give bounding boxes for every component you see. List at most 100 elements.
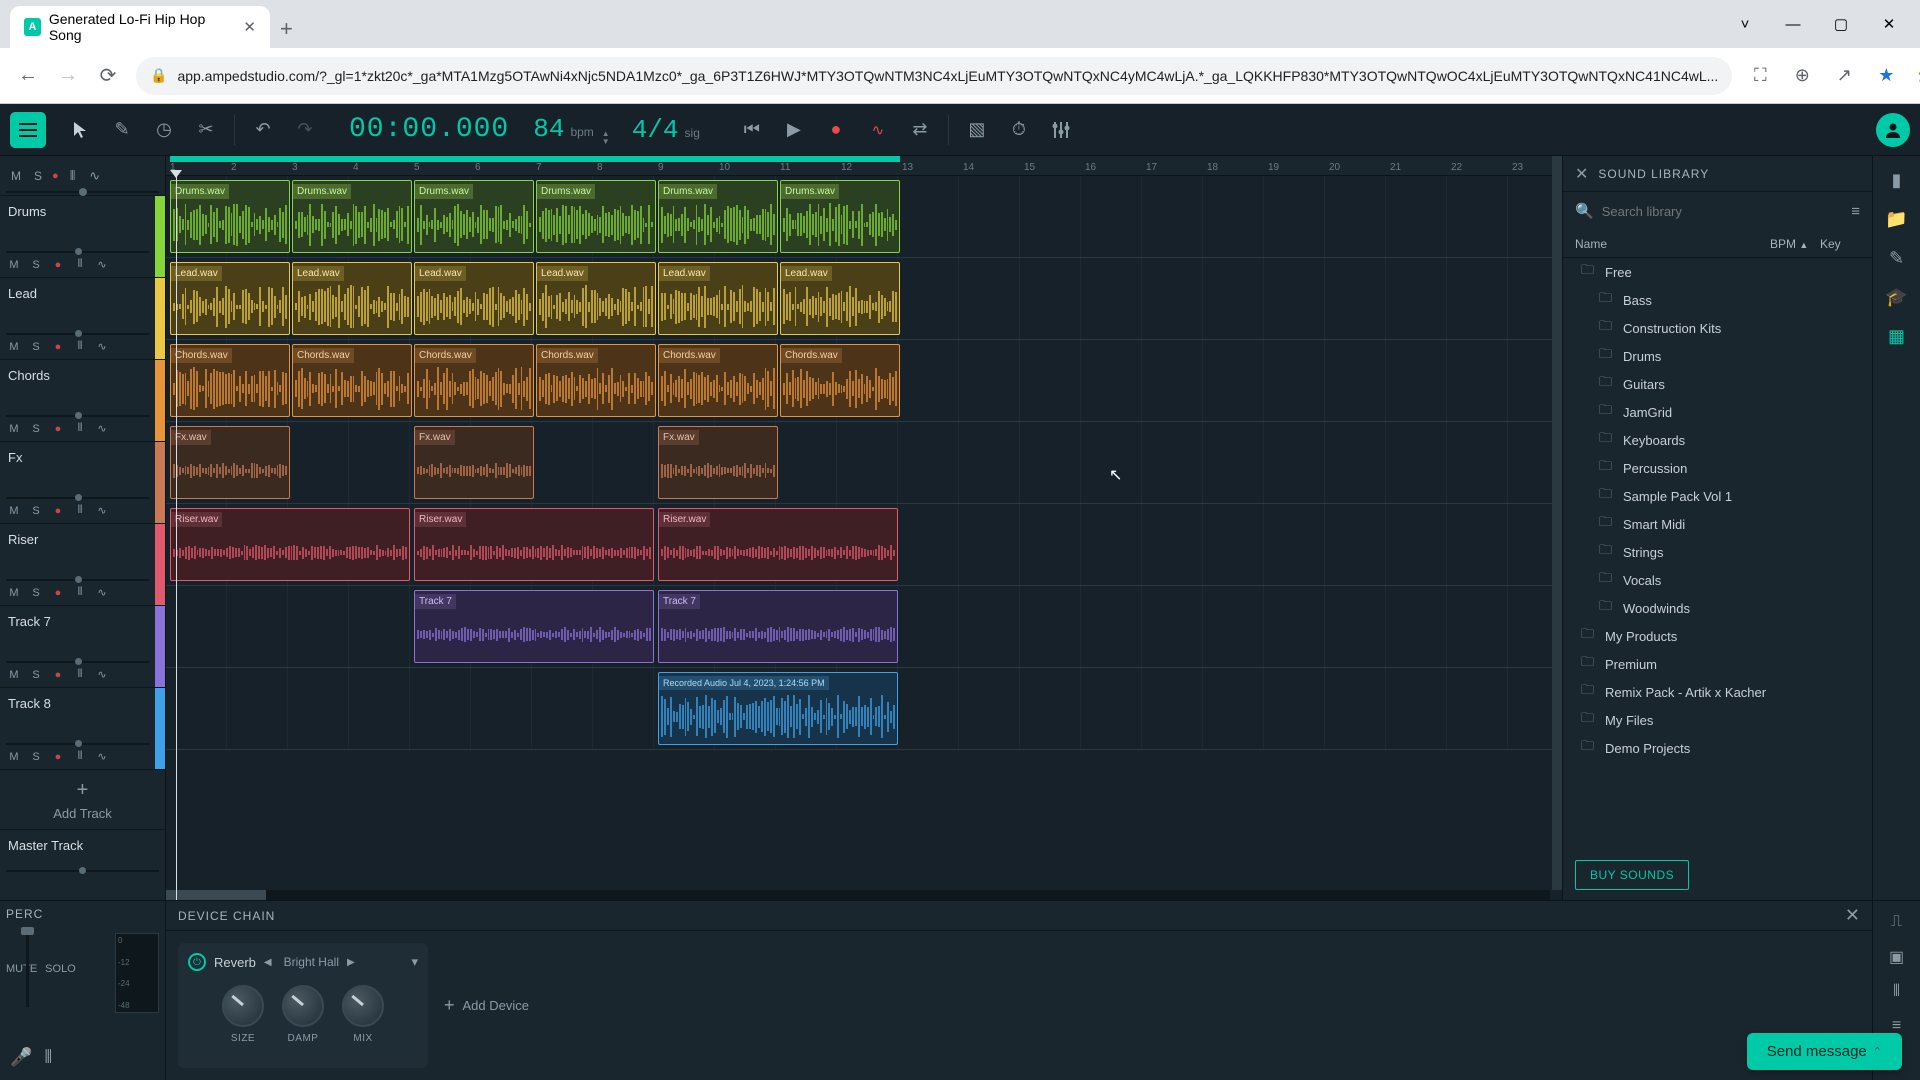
tempo-stepper-icon[interactable]: ▲▼: [602, 130, 610, 146]
mic-icon[interactable]: 🎤: [10, 1047, 32, 1068]
track-mute[interactable]: M: [6, 751, 22, 763]
track-eq-icon[interactable]: ⦀: [72, 586, 88, 599]
metronome-icon[interactable]: ▧: [957, 110, 997, 150]
track-eq-icon[interactable]: ⦀: [72, 422, 88, 435]
audio-clip[interactable]: Drums.wav: [780, 180, 900, 253]
audio-clip[interactable]: Drums.wav: [658, 180, 778, 253]
track-arm-icon[interactable]: ●: [50, 587, 66, 599]
send-message-button[interactable]: Send message ⌃: [1747, 1033, 1902, 1070]
track-header[interactable]: Track 7MS●⦀∿: [0, 606, 165, 688]
audio-clip[interactable]: Lead.wav: [780, 262, 900, 335]
add-track-button[interactable]: + Add Track: [0, 770, 165, 830]
library-folder[interactable]: 🗀Keyboards: [1563, 426, 1872, 454]
mixer-icon[interactable]: [1041, 110, 1081, 150]
audio-clip[interactable]: Track 7: [414, 590, 654, 663]
library-folder[interactable]: 🗀Smart Midi: [1563, 510, 1872, 538]
track-header[interactable]: LeadMS●⦀∿: [0, 278, 165, 360]
library-folder[interactable]: 🗀Construction Kits: [1563, 314, 1872, 342]
loop-icon[interactable]: ⇄: [900, 110, 940, 150]
track-header[interactable]: ChordsMS●⦀∿: [0, 360, 165, 442]
audio-clip[interactable]: Chords.wav: [536, 344, 656, 417]
track-mute[interactable]: M: [6, 341, 22, 353]
knob-size[interactable]: SIZE: [222, 985, 264, 1044]
library-folder[interactable]: 🗀Strings: [1563, 538, 1872, 566]
grid-tab-icon[interactable]: ▦: [1888, 326, 1905, 347]
library-folder[interactable]: 🗀My Products: [1563, 622, 1872, 650]
add-device-button[interactable]: + Add Device: [444, 995, 529, 1016]
audio-clip[interactable]: Chords.wav: [170, 344, 290, 417]
track-arm-icon[interactable]: ●: [50, 423, 66, 435]
audio-clip[interactable]: Lead.wav: [536, 262, 656, 335]
track-solo[interactable]: S: [28, 423, 44, 435]
track-mute[interactable]: M: [6, 505, 22, 517]
track-arm-icon[interactable]: ●: [50, 505, 66, 517]
browser-tab[interactable]: A Generated Lo-Fi Hip Hop Song ✕: [10, 6, 270, 48]
master-volume-slider[interactable]: [6, 870, 159, 872]
col-name[interactable]: Name: [1575, 237, 1770, 251]
track-lane[interactable]: Recorded Audio Jul 4, 2023, 1:24:56 PM: [166, 668, 1562, 750]
track-mute[interactable]: M: [6, 259, 22, 271]
knob-damp[interactable]: DAMP: [282, 985, 324, 1044]
track-arm-icon[interactable]: ●: [50, 259, 66, 271]
library-folder[interactable]: 🗀Demo Projects: [1563, 734, 1872, 762]
fx-tab-icon[interactable]: ✎: [1889, 248, 1904, 269]
minimize-icon[interactable]: —: [1770, 8, 1816, 40]
track-lane[interactable]: Fx.wavFx.wavFx.wav: [166, 422, 1562, 504]
track-solo[interactable]: S: [28, 341, 44, 353]
audio-clip[interactable]: Track 7: [658, 590, 898, 663]
track-volume-slider[interactable]: [6, 333, 149, 335]
track-auto-icon[interactable]: ∿: [94, 340, 110, 353]
track-mute[interactable]: M: [6, 587, 22, 599]
track-eq-icon[interactable]: ⦀: [72, 750, 88, 763]
library-folder[interactable]: 🗀Bass: [1563, 286, 1872, 314]
master-track[interactable]: Master Track: [0, 830, 165, 880]
track-arm-icon[interactable]: ●: [50, 341, 66, 353]
audio-clip[interactable]: Chords.wav: [292, 344, 412, 417]
track-volume-slider[interactable]: [6, 415, 149, 417]
reload-icon[interactable]: ⟳: [90, 58, 126, 94]
library-search-input[interactable]: [1602, 204, 1844, 219]
audio-clip[interactable]: Riser.wav: [170, 508, 410, 581]
audio-clip[interactable]: Fx.wav: [170, 426, 290, 499]
library-folder[interactable]: 🗀Drums: [1563, 342, 1872, 370]
library-folder[interactable]: 🗀Vocals: [1563, 566, 1872, 594]
timeline-ruler[interactable]: 123456789101112131415161718192021222324: [166, 156, 1562, 176]
col-bpm[interactable]: BPM ▲: [1770, 237, 1820, 251]
tempo-control[interactable]: 84 bpm ▲▼: [533, 114, 609, 146]
track-lane[interactable]: Track 7Track 7: [166, 586, 1562, 668]
audio-clip[interactable]: Riser.wav: [658, 508, 898, 581]
volume-slider[interactable]: [6, 191, 159, 193]
solo-label[interactable]: S: [30, 169, 46, 183]
track-volume-slider[interactable]: [6, 251, 149, 253]
library-folder[interactable]: 🗀JamGrid: [1563, 398, 1872, 426]
piano-icon[interactable]: ⦀: [1893, 983, 1900, 1001]
track-auto-icon[interactable]: ∿: [94, 422, 110, 435]
automation-line-icon[interactable]: ∿: [87, 168, 103, 184]
chevron-down-icon[interactable]: ˅: [1722, 8, 1768, 40]
count-in-icon[interactable]: ⏱: [999, 110, 1039, 150]
mute-label[interactable]: M: [8, 169, 24, 183]
back-icon[interactable]: ←: [10, 58, 46, 94]
library-folder[interactable]: 🗀Sample Pack Vol 1: [1563, 482, 1872, 510]
tab-close-icon[interactable]: ✕: [243, 18, 256, 36]
user-profile-icon[interactable]: [1876, 113, 1910, 147]
audio-clip[interactable]: Drums.wav: [414, 180, 534, 253]
library-tab-icon[interactable]: 📁: [1885, 209, 1907, 230]
track-eq-icon[interactable]: ⦀: [72, 340, 88, 353]
channel-fader[interactable]: [21, 927, 34, 935]
track-solo[interactable]: S: [28, 751, 44, 763]
knob-dial[interactable]: [222, 985, 264, 1027]
track-auto-icon[interactable]: ∿: [94, 258, 110, 271]
audio-clip[interactable]: Recorded Audio Jul 4, 2023, 1:24:56 PM: [658, 672, 898, 745]
track-solo[interactable]: S: [28, 587, 44, 599]
maximize-icon[interactable]: ▢: [1818, 8, 1864, 40]
horizontal-scrollbar[interactable]: [166, 890, 1550, 900]
vertical-scrollbar[interactable]: [1552, 156, 1562, 890]
arm-record-icon[interactable]: ●: [52, 170, 59, 182]
forward-icon[interactable]: →: [50, 58, 86, 94]
learn-tab-icon[interactable]: 🎓: [1885, 287, 1907, 308]
library-folder[interactable]: 🗀Free: [1563, 258, 1872, 286]
audio-clip[interactable]: Drums.wav: [292, 180, 412, 253]
rewind-icon[interactable]: ⏮: [732, 110, 772, 150]
col-key[interactable]: Key: [1820, 237, 1860, 251]
